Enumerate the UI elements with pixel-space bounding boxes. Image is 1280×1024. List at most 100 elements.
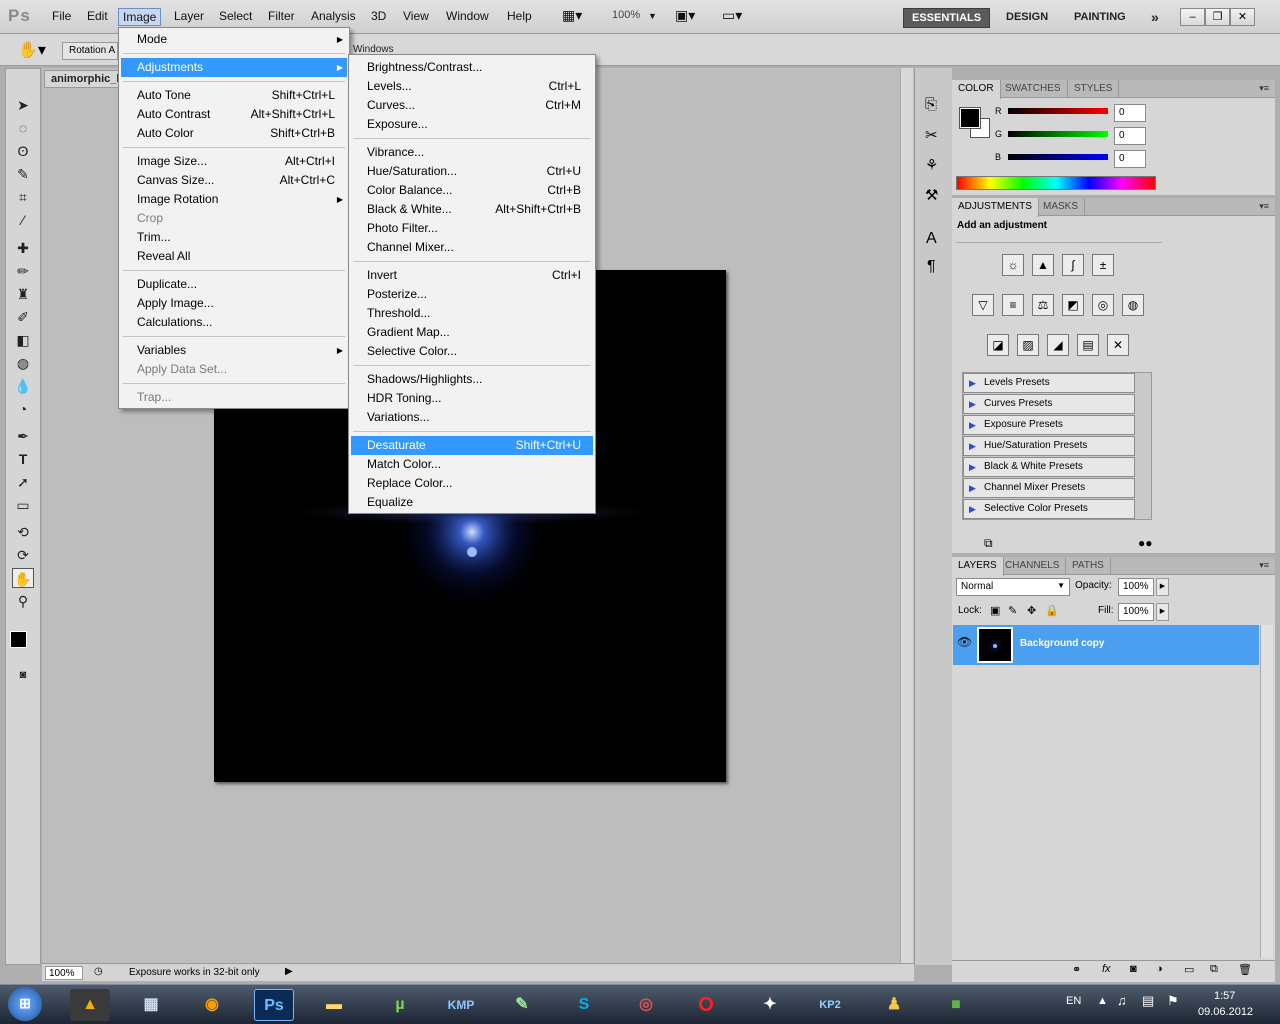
clip-to-layer-icon[interactable]: ⧉ [984, 536, 993, 551]
new-group-icon[interactable]: ▭ [1184, 963, 1194, 976]
menu-item-selective-color[interactable]: Selective Color... [351, 342, 593, 361]
history-icon[interactable]: ⎘ [925, 96, 937, 113]
preset-black-white[interactable]: ▶ Black & White Presets [963, 457, 1135, 477]
menu-layer[interactable]: Layer [174, 9, 204, 23]
menu-item-replace-color[interactable]: Replace Color... [351, 474, 593, 493]
opacity-slider-arrow-icon[interactable]: ▶ [1156, 578, 1169, 596]
hue-saturation-icon[interactable]: ≡ [1002, 294, 1024, 316]
menu-item-adjustments[interactable]: Adjustments ▶ [121, 58, 347, 77]
more-workspaces-icon[interactable]: » [1143, 6, 1167, 26]
hand-tool-preset-icon[interactable]: ✋▾ [18, 40, 46, 60]
healing-brush-tool-icon[interactable]: ✚ [12, 238, 34, 258]
language-indicator[interactable]: EN [1066, 995, 1081, 1007]
tab-adjustments[interactable]: ADJUSTMENTS [952, 198, 1039, 217]
preset-selective-color[interactable]: ▶ Selective Color Presets [963, 499, 1135, 519]
menu-item-auto-color[interactable]: Auto Color Shift+Ctrl+B [121, 124, 347, 143]
chevron-down-icon[interactable]: ▼ [648, 11, 657, 21]
dodge-tool-icon[interactable]: ◔ [12, 399, 34, 419]
preset-channel-mixer[interactable]: ▶ Channel Mixer Presets [963, 478, 1135, 498]
status-menu-arrow-icon[interactable]: ▶ [285, 966, 293, 977]
menu-item-posterize[interactable]: Posterize... [351, 285, 593, 304]
paint-bucket-tool-icon[interactable]: ◍ [12, 353, 34, 373]
kmplayer-icon[interactable]: KMP [441, 989, 481, 1021]
menu-image[interactable]: Image [118, 8, 162, 26]
preset-hue-saturation[interactable]: ▶ Hue/Saturation Presets [963, 436, 1135, 456]
opacity-field[interactable]: 100% [1118, 578, 1154, 596]
preset-curves[interactable]: ▶ Curves Presets [963, 394, 1135, 414]
lens-flare-app-icon[interactable]: ✦ [750, 989, 790, 1021]
skype-icon[interactable]: S [564, 989, 604, 1021]
menu-item-levels[interactable]: Levels... Ctrl+L [351, 77, 593, 96]
eyedropper-tool-icon[interactable]: ⁄ [12, 210, 34, 230]
lock-transparency-icon[interactable]: ▣ [990, 604, 1000, 617]
launch-bridge-icon[interactable]: ▦▾ [562, 7, 582, 24]
channel-mixer-icon[interactable]: ◍ [1122, 294, 1144, 316]
menu-item-color-balance[interactable]: Color Balance... Ctrl+B [351, 181, 593, 200]
clone-source-icon[interactable]: ⚒ [925, 186, 938, 204]
menu-filter[interactable]: Filter [268, 9, 295, 23]
panel-menu-icon[interactable]: ▾≡ [1259, 201, 1269, 212]
menu-item-channel-mixer[interactable]: Channel Mixer... [351, 238, 593, 257]
path-selection-tool-icon[interactable]: ➚ [12, 472, 34, 492]
layer-row-background-copy[interactable]: 👁 Background copy [953, 625, 1259, 665]
crop-tool-icon[interactable]: ⌗ [12, 187, 34, 207]
clock-date[interactable]: 09.06.2012 [1198, 1006, 1253, 1018]
posterize-icon[interactable]: ▨ [1017, 334, 1039, 356]
lock-all-icon[interactable]: 🔒 [1045, 604, 1059, 617]
workspace-painting[interactable]: PAINTING [1066, 8, 1134, 28]
status-info-icon[interactable]: ◷ [94, 966, 103, 977]
menu-item-image-rotation[interactable]: Image Rotation ▶ [121, 190, 347, 209]
shape-tool-icon[interactable]: ▭ [12, 495, 34, 515]
menu-item-shadows-highlights[interactable]: Shadows/Highlights... [351, 370, 593, 389]
calculator-icon[interactable]: ▦ [131, 989, 171, 1021]
move-tool-icon[interactable]: ➤ [12, 95, 34, 115]
firefox-icon[interactable]: ◉ [192, 989, 232, 1021]
menu-item-vibrance[interactable]: Vibrance... [351, 143, 593, 162]
brush-presets-icon[interactable]: ⚘ [925, 156, 938, 174]
foreground-color-swatch[interactable] [10, 631, 27, 648]
preset-levels[interactable]: ▶ Levels Presets [963, 373, 1135, 393]
menu-item-brightness-contrast[interactable]: Brightness/Contrast... [351, 58, 593, 77]
menu-item-image-size[interactable]: Image Size... Alt+Ctrl+I [121, 152, 347, 171]
adjustment-visibility-icon[interactable]: ●● [1138, 536, 1153, 550]
close-button[interactable]: ✕ [1230, 8, 1255, 26]
actions-icon[interactable]: ✂ [925, 126, 938, 144]
menu-item-auto-tone[interactable]: Auto Tone Shift+Ctrl+L [121, 86, 347, 105]
blur-tool-icon[interactable]: 💧 [12, 376, 34, 396]
link-layers-icon[interactable]: ⚭ [1072, 963, 1081, 976]
menu-item-invert[interactable]: Invert Ctrl+I [351, 266, 593, 285]
gradient-map-icon[interactable]: ▤ [1077, 334, 1099, 356]
fill-field[interactable]: 100% [1118, 603, 1154, 621]
photo-filter-icon[interactable]: ◎ [1092, 294, 1114, 316]
brightness-contrast-icon[interactable]: ☼ [1002, 254, 1024, 276]
utorrent-icon[interactable]: µ [380, 989, 420, 1021]
network-icon[interactable]: ▤ [1142, 993, 1154, 1009]
pen-tool-icon[interactable]: ✒ [12, 426, 34, 446]
menu-window[interactable]: Window [446, 9, 489, 23]
red-value-field[interactable]: 0 [1114, 104, 1146, 122]
menu-item-apply-image[interactable]: Apply Image... [121, 294, 347, 313]
menu-item-mode[interactable]: Mode ▶ [121, 30, 347, 49]
exposure-icon[interactable]: ± [1092, 254, 1114, 276]
tab-masks[interactable]: MASKS [1037, 198, 1086, 216]
vertical-scrollbar[interactable] [900, 68, 913, 963]
tab-swatches[interactable]: SWATCHES [999, 80, 1068, 98]
start-button-icon[interactable]: ⊞ [8, 987, 42, 1021]
marquee-tool-icon[interactable]: ◌ [12, 118, 34, 138]
menu-item-match-color[interactable]: Match Color... [351, 455, 593, 474]
zoom-level-select[interactable]: 100% [612, 9, 640, 21]
menu-item-equalize[interactable]: Equalize [351, 493, 593, 512]
status-zoom-field[interactable]: 100% [45, 966, 83, 980]
hand-tool-icon[interactable]: ✋ [12, 568, 34, 588]
menu-select[interactable]: Select [219, 9, 252, 23]
green-value-field[interactable]: 0 [1114, 127, 1146, 145]
menu-item-exposure[interactable]: Exposure... [351, 115, 593, 134]
new-adjustment-layer-icon[interactable]: ◑ [1156, 963, 1163, 975]
tab-channels[interactable]: CHANNELS [999, 557, 1067, 575]
tab-color[interactable]: COLOR [952, 80, 1001, 99]
menu-item-variables[interactable]: Variables ▶ [121, 341, 347, 360]
menu-item-variations[interactable]: Variations... [351, 408, 593, 427]
arrange-documents-icon[interactable]: ▣▾ [675, 7, 695, 24]
history-brush-tool-icon[interactable]: ✐ [12, 307, 34, 327]
minimize-button[interactable]: – [1180, 8, 1205, 26]
